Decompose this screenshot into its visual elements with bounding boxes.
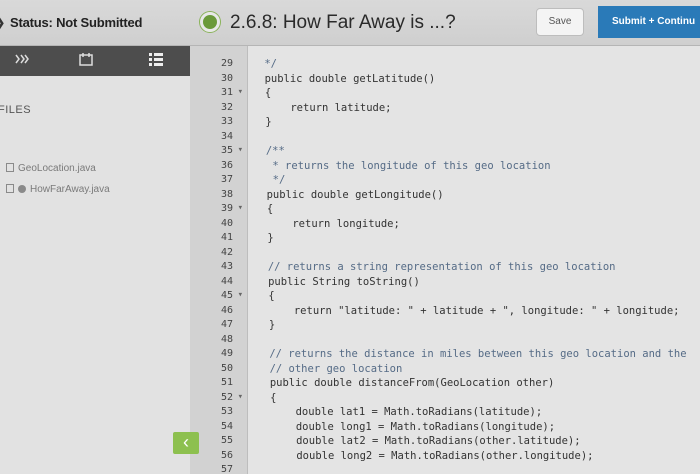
code-line: */ bbox=[258, 58, 277, 70]
submission-status: Status: Not Submitted bbox=[10, 15, 143, 30]
file-sidebar: FILES GeoLocation.java HowFarAway.java bbox=[0, 46, 190, 474]
file-item[interactable]: HowFarAway.java bbox=[6, 184, 110, 195]
line-number: 47 bbox=[220, 319, 233, 330]
line-number: 50 bbox=[220, 362, 233, 374]
line-number: 44 bbox=[220, 275, 233, 287]
sidebar-toolbar bbox=[0, 46, 190, 76]
save-button[interactable]: Save bbox=[536, 8, 584, 36]
line-number: 31 bbox=[220, 87, 233, 98]
line-number: 29 bbox=[220, 58, 233, 69]
line-number: 41 bbox=[220, 232, 233, 243]
code-line: */ bbox=[260, 174, 286, 186]
line-number: 39 bbox=[220, 203, 233, 214]
fold-toggle-icon[interactable]: ▾ bbox=[238, 87, 243, 97]
line-number: 55 bbox=[220, 435, 233, 446]
code-line: public double distanceFrom(GeoLocation o… bbox=[263, 377, 555, 389]
file-name: GeoLocation.java bbox=[18, 163, 96, 174]
line-number: 53 bbox=[220, 406, 233, 417]
page-title: 2.6.8: How Far Away is ...? bbox=[230, 12, 456, 33]
fold-toggle-icon[interactable]: ▾ bbox=[238, 392, 243, 402]
notebook-icon[interactable] bbox=[78, 53, 94, 67]
code-line: } bbox=[261, 232, 274, 244]
code-line: public double getLongitude() bbox=[260, 188, 444, 201]
line-number: 52 bbox=[220, 391, 233, 403]
line-number: 54 bbox=[220, 420, 233, 432]
fold-toggle-icon[interactable]: ▾ bbox=[238, 203, 243, 213]
file-name: HowFarAway.java bbox=[30, 184, 110, 195]
line-number: 49 bbox=[220, 348, 233, 359]
chevron-left-icon: ‹ bbox=[183, 432, 189, 452]
code-line: double long1 = Math.toRadians(longitude)… bbox=[264, 420, 556, 433]
line-number: 56 bbox=[220, 449, 233, 461]
file-item[interactable]: GeoLocation.java bbox=[6, 163, 96, 174]
code-line: * returns the longitude of this geo loca… bbox=[259, 159, 551, 172]
top-bar: ❯ Status: Not Submitted 2.6.8: How Far A… bbox=[0, 0, 700, 46]
submit-continue-button[interactable]: Submit + Continu bbox=[598, 6, 700, 38]
code-icon[interactable] bbox=[14, 53, 30, 67]
code-line: { bbox=[260, 203, 274, 215]
status-area: ❯ Status: Not Submitted bbox=[0, 0, 190, 46]
fold-toggle-icon[interactable]: ▾ bbox=[238, 290, 243, 300]
code-line: return longitude; bbox=[260, 217, 400, 230]
line-number: 42 bbox=[220, 246, 233, 258]
collapse-sidebar-button[interactable]: ‹ bbox=[173, 432, 199, 454]
line-number: 46 bbox=[220, 304, 233, 316]
file-icon bbox=[6, 163, 14, 172]
chevron-right-icon: ❯ bbox=[0, 14, 6, 31]
code-line: // other geo location bbox=[263, 362, 403, 375]
line-number-gutter: 29 30 31 ▾ 32 33 34 35 ▾ 36 37 38 39 ▾ 40 41 42 43 44 45 ▾ 46… bbox=[190, 46, 248, 474]
grid-icon[interactable] bbox=[148, 53, 164, 67]
code-line: public double getLatitude() bbox=[258, 72, 436, 85]
files-heading: FILES bbox=[0, 104, 32, 116]
code-line: } bbox=[259, 116, 272, 128]
line-number: 36 bbox=[220, 159, 233, 171]
line-number: 32 bbox=[220, 101, 233, 113]
code-line: double lat1 = Math.toRadians(latitude); bbox=[264, 406, 543, 418]
line-number: 48 bbox=[220, 333, 233, 345]
code-line: double long2 = Math.toRadians(other.long… bbox=[264, 449, 594, 462]
line-number: 35 bbox=[220, 145, 233, 156]
code-line: return "latitude: " + latitude + ", long… bbox=[262, 304, 680, 317]
assignment-icon bbox=[200, 12, 220, 32]
code-line: { bbox=[258, 87, 272, 99]
code-line: public String toString() bbox=[261, 275, 420, 288]
code-line: double lat2 = Math.toRadians(other.latit… bbox=[264, 435, 581, 447]
code-line: { bbox=[263, 391, 277, 404]
code-line: /** bbox=[259, 145, 285, 157]
code-line: { bbox=[262, 290, 275, 302]
line-number: 30 bbox=[220, 72, 233, 84]
line-number: 34 bbox=[220, 130, 233, 142]
fold-toggle-icon[interactable]: ▾ bbox=[238, 145, 243, 155]
code-line: } bbox=[262, 319, 276, 331]
code-line: // returns a string representation of th… bbox=[261, 261, 616, 273]
line-number: 51 bbox=[220, 377, 233, 388]
line-number: 37 bbox=[220, 174, 233, 185]
line-number: 40 bbox=[220, 217, 233, 229]
code-editor[interactable]: */ public double getLatitude() { return … bbox=[248, 46, 700, 474]
line-number: 38 bbox=[220, 188, 233, 200]
main-file-icon bbox=[18, 185, 26, 193]
code-line: // returns the distance in miles between… bbox=[263, 348, 687, 360]
line-number: 33 bbox=[220, 116, 233, 127]
line-number: 45 bbox=[220, 290, 233, 301]
line-number: 43 bbox=[220, 261, 233, 272]
code-line: return latitude; bbox=[258, 101, 392, 114]
file-icon bbox=[6, 184, 14, 193]
line-number: 57 bbox=[220, 464, 233, 474]
